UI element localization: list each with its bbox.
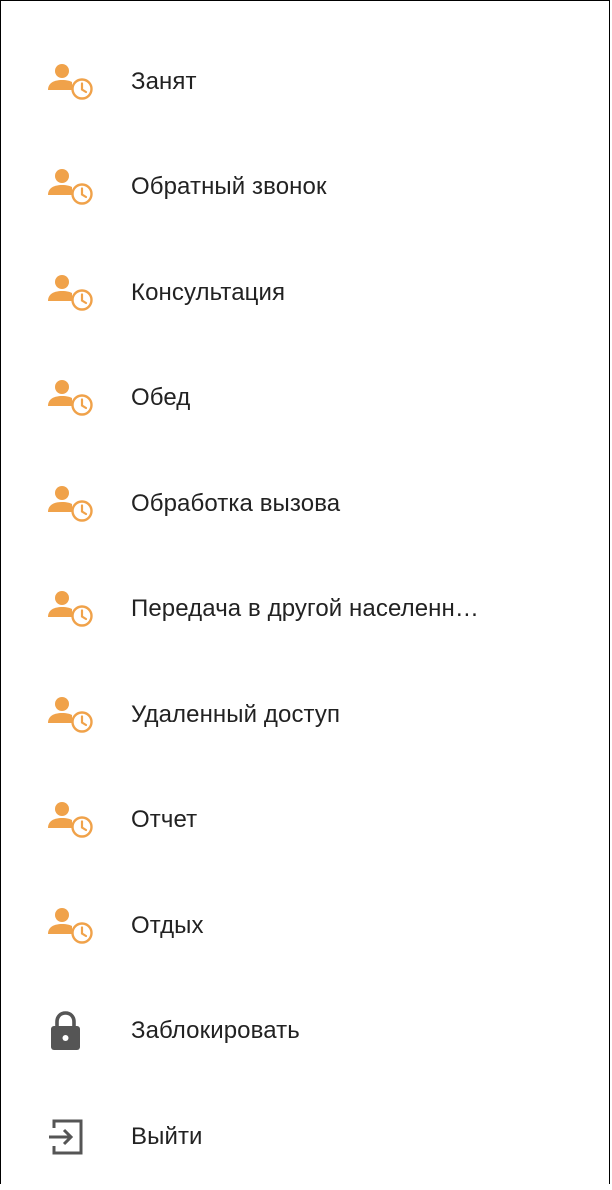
lock-icon: [45, 1009, 97, 1053]
user-clock-icon: [45, 60, 97, 104]
menu-item-label: Передача в другой населенн…: [131, 595, 479, 623]
logout-icon: [45, 1115, 97, 1159]
menu-item-label: Обед: [131, 384, 191, 412]
menu-item-transfer[interactable]: Передача в другой населенн…: [1, 557, 609, 663]
user-clock-icon: [45, 587, 97, 631]
menu-item-busy[interactable]: Занят: [1, 29, 609, 135]
user-clock-icon: [45, 376, 97, 420]
menu-item-label: Обратный звонок: [131, 173, 327, 201]
menu-item-callback[interactable]: Обратный звонок: [1, 135, 609, 241]
user-clock-icon: [45, 271, 97, 315]
user-clock-icon: [45, 482, 97, 526]
menu-item-remote-access[interactable]: Удаленный доступ: [1, 662, 609, 768]
menu-item-label: Обработка вызова: [131, 489, 341, 517]
user-clock-icon: [45, 904, 97, 948]
menu-item-lock[interactable]: Заблокировать: [1, 979, 609, 1085]
menu-item-consultation[interactable]: Консультация: [1, 240, 609, 346]
menu-item-label: Удаленный доступ: [131, 700, 341, 728]
user-clock-icon: [45, 693, 97, 737]
menu-item-logout[interactable]: Выйти: [1, 1084, 609, 1190]
menu-item-label: Занят: [131, 67, 197, 95]
user-clock-icon: [45, 165, 97, 209]
menu-item-rest[interactable]: Отдых: [1, 873, 609, 979]
menu-item-call-processing[interactable]: Обработка вызова: [1, 451, 609, 557]
menu-item-label: Заблокировать: [131, 1017, 300, 1045]
menu-item-report[interactable]: Отчет: [1, 768, 609, 874]
menu-item-lunch[interactable]: Обед: [1, 346, 609, 452]
menu-item-label: Выйти: [131, 1122, 203, 1150]
menu-item-label: Отчет: [131, 806, 198, 834]
menu-item-label: Консультация: [131, 278, 286, 306]
user-clock-icon: [45, 798, 97, 842]
menu-item-label: Отдых: [131, 911, 204, 939]
status-menu: Занят Обратный звонок Консультация Обед …: [0, 0, 610, 1184]
